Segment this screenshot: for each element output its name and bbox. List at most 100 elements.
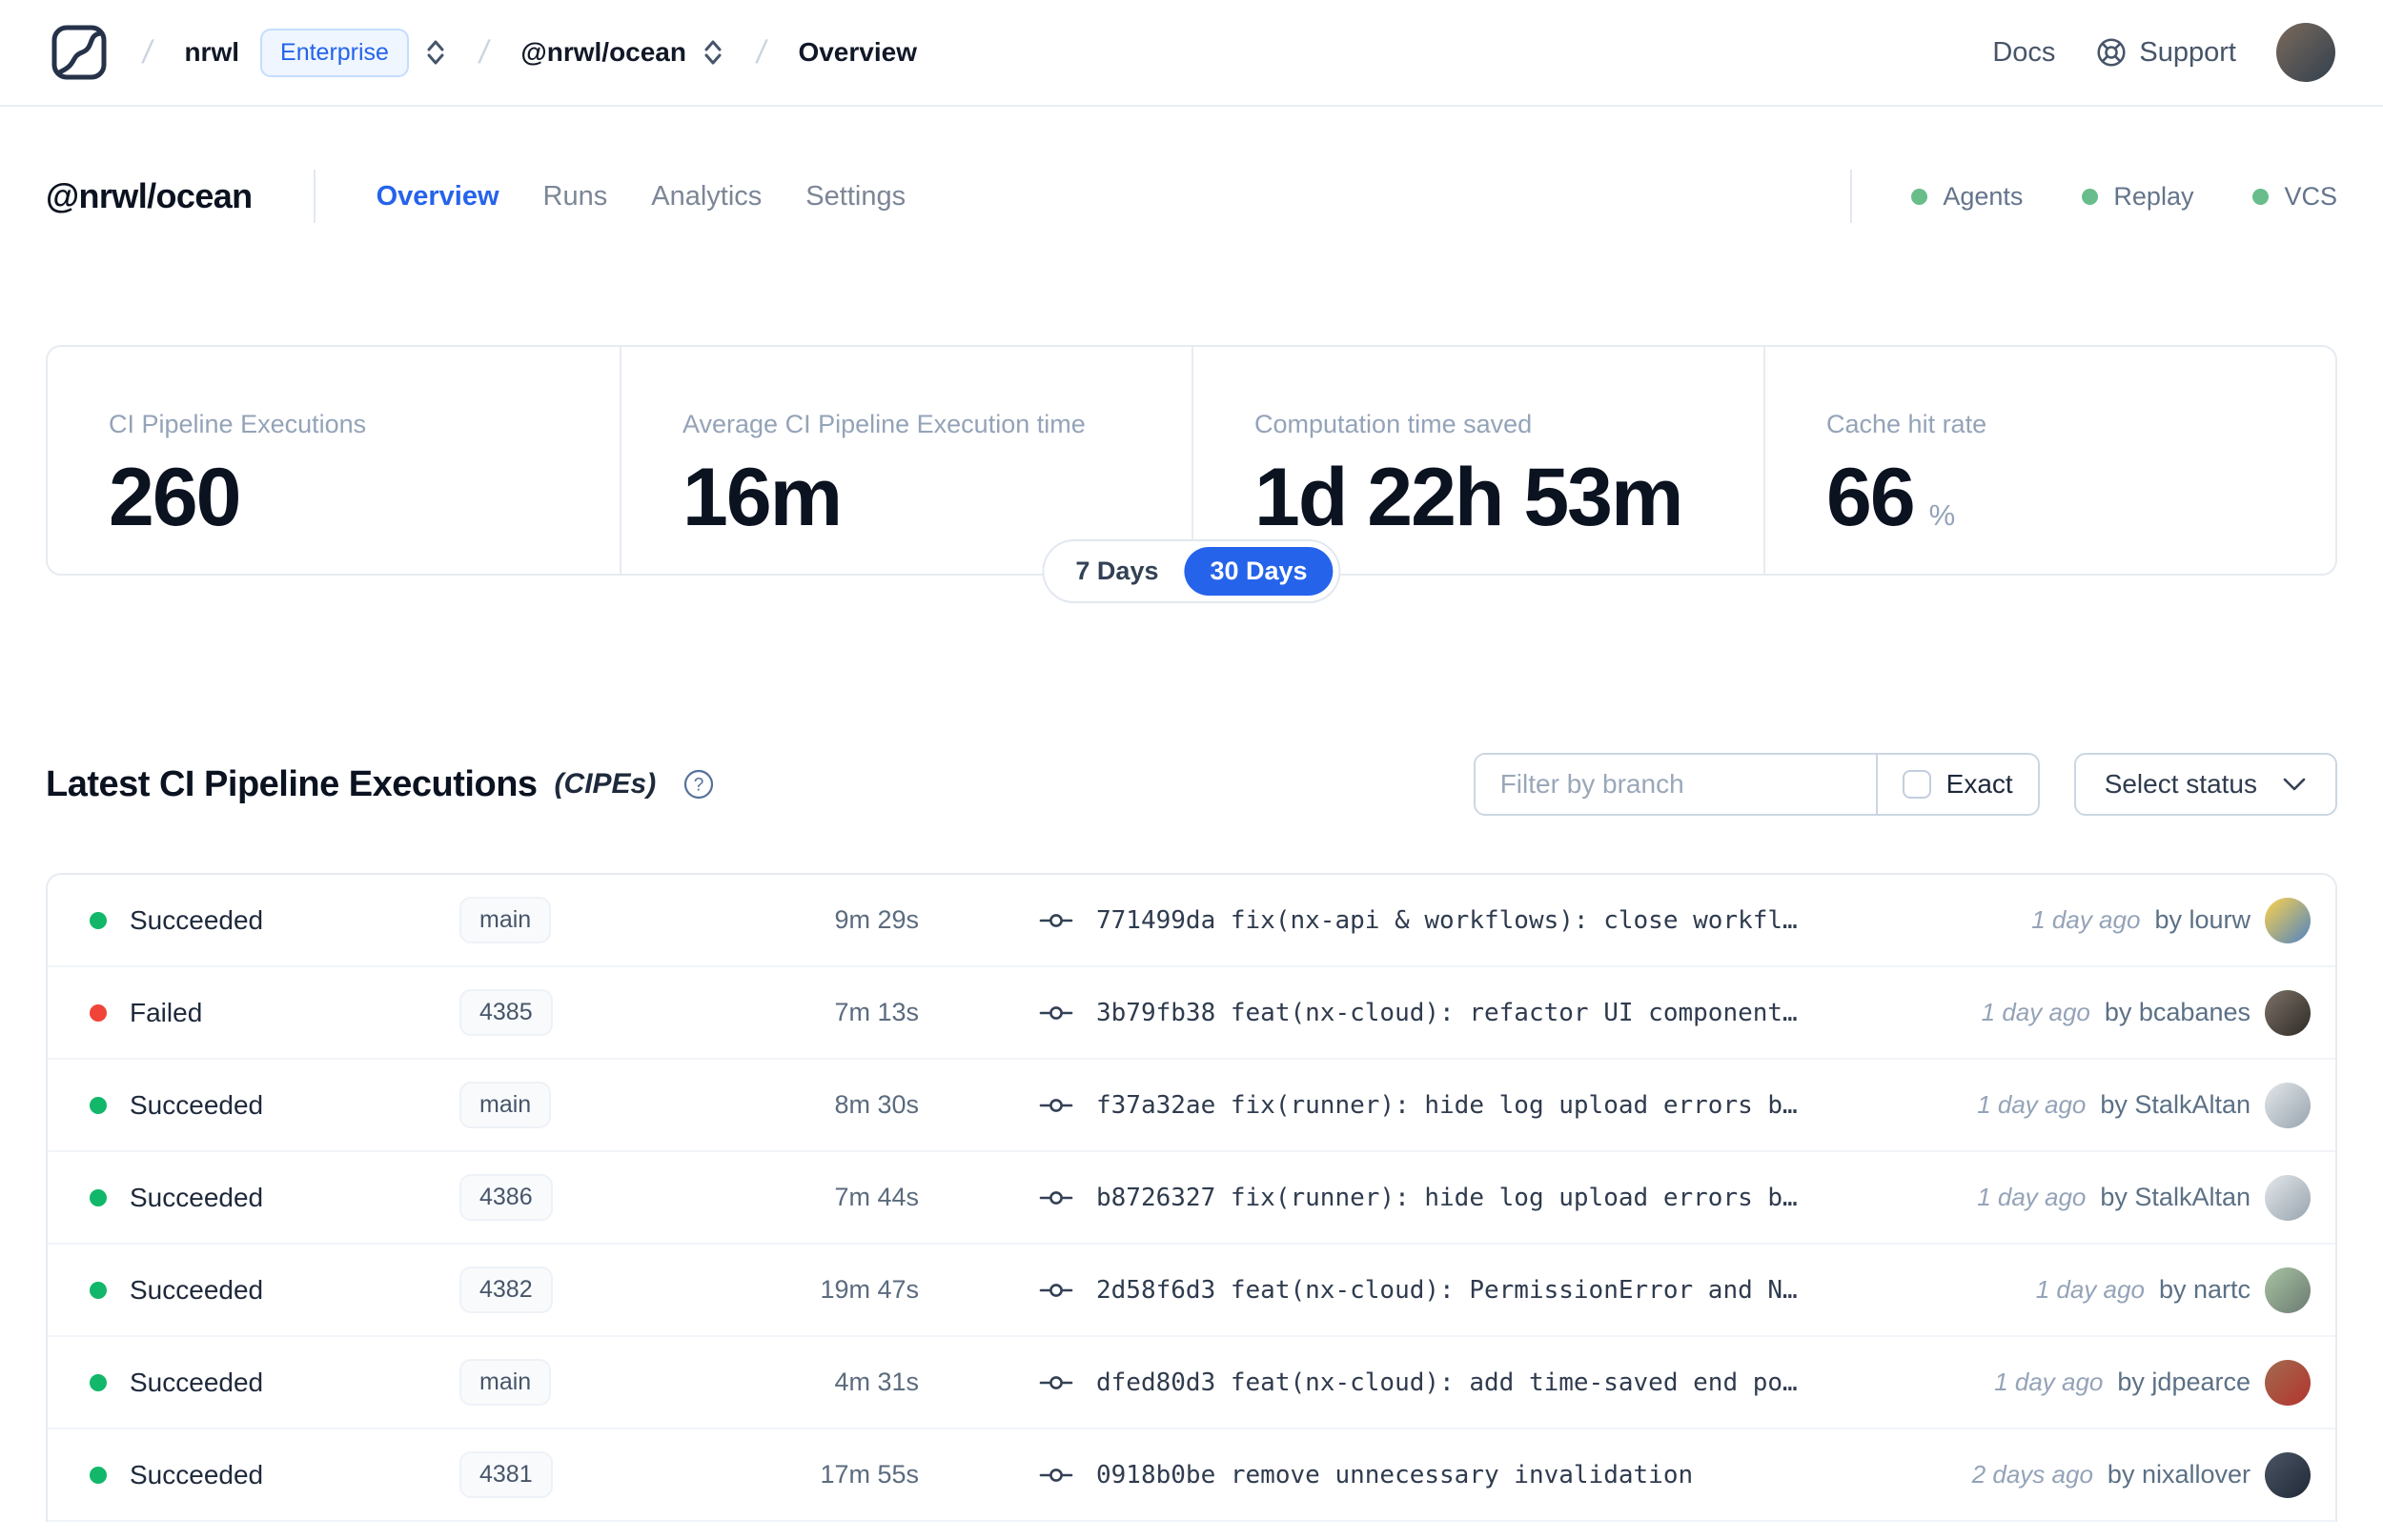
stat-label: Computation time saved [1254,410,1533,438]
green-dot-icon [2252,188,2270,205]
status-dot-icon [90,1466,107,1484]
nx-cloud-logo-icon[interactable] [48,21,111,84]
commit-message: f37a32ae fix(runner): hide log upload er… [1096,1090,1798,1120]
stat-cache-hit-rate: Cache hit rate 66% [1763,347,2335,574]
author: by StalkAltan [2100,1090,2251,1119]
stat-label: CI Pipeline Executions [109,410,367,438]
author-avatar [2265,1451,2311,1498]
main-content: @nrwl/ocean Overview Runs Analytics Sett… [0,170,2383,1522]
range-7-days-button[interactable]: 7 Days [1049,547,1184,596]
git-commit-icon [1039,1098,1073,1112]
author: by jdpearce [2117,1368,2251,1396]
range-30-days-button[interactable]: 30 Days [1184,547,1334,596]
cipe-row[interactable]: Succeeded main 9m 29s 771499da fix(nx-ap… [48,875,2335,967]
support-link[interactable]: Support [2095,36,2236,69]
author-avatar [2265,1266,2311,1313]
breadcrumb-workspace[interactable]: @nrwl/ocean [520,37,686,68]
commit-message: 771499da fix(nx-api & workflows): close … [1096,905,1798,935]
feature-label: Agents [1943,181,2024,211]
breadcrumb-separator: / [753,33,769,71]
user-avatar[interactable] [2276,23,2335,82]
duration-cell: 17m 55s [820,1460,919,1489]
time-ago: 2 days ago [1971,1460,2093,1489]
branch-cell: 4381 [459,1451,747,1498]
exact-label[interactable]: Exact [1946,769,2013,800]
tab-analytics[interactable]: Analytics [651,181,762,213]
workspace-header: @nrwl/ocean Overview Runs Analytics Sett… [46,170,2337,223]
chevron-down-icon [2283,778,2306,791]
author-avatar [2265,1174,2311,1221]
docs-link[interactable]: Docs [1992,37,2055,69]
section-title: Latest CI Pipeline Executions (CIPEs) ? [46,764,715,805]
life-buoy-icon [2097,38,2126,67]
cipe-row[interactable]: Failed 4385 7m 13s 3b79fb38 feat(nx-clou… [48,967,2335,1060]
meta-cell: 1 day ago by nartc [2035,1266,2311,1313]
commit-cell: 0918b0be remove unnecessary invalidation [1039,1461,1944,1489]
cipe-row[interactable]: Succeeded main 8m 30s f37a32ae fix(runne… [48,1060,2335,1152]
cipes-section-header: Latest CI Pipeline Executions (CIPEs) ? … [46,753,2337,816]
feature-vcs[interactable]: VCS [2252,182,2337,212]
workspace-switcher-chevrons-icon[interactable] [702,37,724,68]
support-label: Support [2139,36,2236,68]
status-dot-icon [90,1373,107,1391]
time-ago: 1 day ago [1994,1368,2104,1396]
workspace-title: @nrwl/ocean [46,176,253,215]
branch-cell: 4386 [459,1174,747,1221]
top-bar: / nrwl Enterprise / @nrwl/ocean / Overvi… [0,0,2383,107]
status-label: Succeeded [130,904,264,935]
author: by lourw [2154,905,2251,934]
duration-cell: 9m 29s [834,905,919,934]
status-label: Succeeded [130,1367,264,1397]
tab-runs[interactable]: Runs [543,181,608,213]
duration-cell: 8m 30s [834,1090,919,1119]
time-ago: 1 day ago [1977,1183,2087,1211]
commit-message: b8726327 fix(runner): hide log upload er… [1096,1183,1798,1212]
plan-badge: Enterprise [260,28,409,77]
status-dot-icon [90,1281,107,1299]
stat-suffix: % [1928,498,1956,532]
branch-cell: main [459,897,747,943]
breadcrumb-separator: / [476,33,492,71]
status-cell: Succeeded [90,1368,459,1398]
status-cell: Succeeded [90,1090,459,1121]
git-commit-icon [1039,1190,1073,1205]
feature-replay[interactable]: Replay [2082,182,2193,212]
commit-cell: 3b79fb38 feat(nx-cloud): refactor UI com… [1039,999,1953,1027]
status-select-label: Select status [2104,769,2257,799]
cipe-row[interactable]: Succeeded 4382 19m 47s 2d58f6d3 feat(nx-… [48,1245,2335,1337]
git-commit-icon [1039,1283,1073,1297]
feature-agents[interactable]: Agents [1911,182,2023,212]
author: by StalkAltan [2100,1183,2251,1211]
duration-cell: 7m 44s [834,1183,919,1211]
commit-cell: f37a32ae fix(runner): hide log upload er… [1039,1091,1948,1120]
status-label: Succeeded [130,1182,264,1212]
breadcrumb-org[interactable]: nrwl [184,37,239,68]
feature-label: VCS [2284,181,2337,211]
section-heading: Latest CI Pipeline Executions [46,763,538,804]
divider [313,170,316,223]
cipe-row[interactable]: Succeeded 4386 7m 44s b8726327 fix(runne… [48,1152,2335,1245]
help-icon[interactable]: ? [682,768,715,800]
filter-controls: Exact Select status [1473,753,2337,816]
breadcrumb: / nrwl Enterprise / @nrwl/ocean / Overvi… [48,21,917,84]
tab-overview[interactable]: Overview [377,181,499,213]
date-range-toggle: 7 Days 30 Days [1042,539,1341,603]
time-ago: 1 day ago [2031,905,2141,934]
branch-filter-group: Exact [1473,753,2040,816]
org-switcher-chevrons-icon[interactable] [424,37,447,68]
exact-checkbox[interactable] [1902,770,1931,799]
cipe-row[interactable]: Succeeded 4381 17m 55s 0918b0be remove u… [48,1429,2335,1522]
branch-badge: main [459,897,552,943]
branch-filter-input[interactable] [1475,755,1876,814]
status-select-button[interactable]: Select status [2073,753,2337,816]
cipe-row[interactable]: Succeeded main 4m 31s dfed80d3 feat(nx-c… [48,1337,2335,1429]
author: by bcabanes [2104,998,2251,1026]
meta-cell: 1 day ago by lourw [2031,897,2311,943]
divider [1850,170,1853,223]
branch-badge: 4381 [459,1451,553,1498]
svg-text:?: ? [694,776,704,796]
author: by nixallover [2107,1460,2251,1489]
time-ago: 1 day ago [2035,1275,2145,1304]
tab-settings[interactable]: Settings [805,181,906,213]
breadcrumb-separator: / [139,33,155,71]
